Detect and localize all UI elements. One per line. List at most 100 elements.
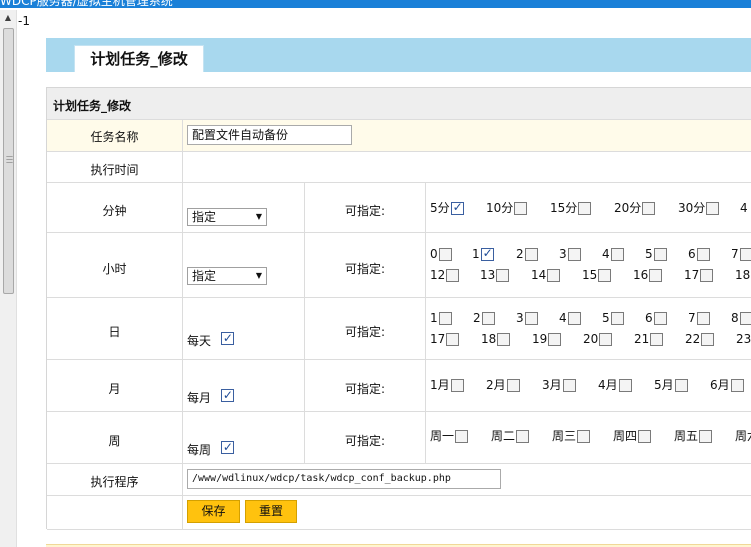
day-option-3[interactable]: 3 — [516, 312, 538, 325]
day-option-18[interactable]: 18 — [481, 333, 511, 346]
checkbox[interactable] — [739, 312, 751, 325]
checkbox[interactable] — [497, 333, 511, 346]
month-option-3[interactable]: 3月 — [542, 379, 576, 392]
checkbox[interactable] — [524, 312, 538, 325]
day-option-20[interactable]: 20 — [583, 333, 613, 346]
every-day-checkbox[interactable] — [220, 331, 234, 345]
checkbox[interactable] — [455, 430, 469, 443]
day-option-1[interactable]: 1 — [430, 312, 452, 325]
week-option-wed[interactable]: 周三 — [552, 430, 591, 443]
hour-option-16[interactable]: 16 — [633, 269, 663, 282]
scrollbar-thumb[interactable]: — — — — [3, 28, 14, 294]
checkbox[interactable] — [598, 269, 612, 282]
checkbox[interactable] — [700, 269, 714, 282]
week-option-fri[interactable]: 周五 — [674, 430, 713, 443]
hour-option-2[interactable]: 2 — [516, 248, 538, 261]
every-week-checkbox[interactable] — [220, 440, 234, 454]
checkbox[interactable] — [450, 201, 464, 215]
checkbox[interactable] — [567, 312, 581, 325]
checkbox[interactable] — [653, 248, 667, 261]
checkbox[interactable] — [610, 248, 624, 261]
save-button[interactable]: 保存 — [187, 500, 240, 523]
week-option-mon[interactable]: 周一 — [430, 430, 469, 443]
vertical-scrollbar[interactable]: ▲ — — — — [0, 10, 17, 547]
checkbox[interactable] — [562, 379, 576, 392]
checkbox[interactable] — [696, 248, 710, 261]
minute-select[interactable]: 指定 ▼ — [187, 208, 267, 226]
checkbox[interactable] — [638, 430, 652, 443]
minute-option-5[interactable]: 5分 — [430, 201, 464, 215]
checkbox[interactable] — [514, 202, 528, 215]
checkbox[interactable] — [446, 333, 460, 346]
hour-option-6[interactable]: 6 — [688, 248, 710, 261]
week-option-sat[interactable]: 周六 — [735, 430, 751, 443]
checkbox[interactable] — [696, 312, 710, 325]
every-month-checkbox[interactable] — [220, 388, 234, 402]
minute-option-more[interactable]: 4 — [740, 202, 748, 215]
checkbox[interactable] — [739, 248, 751, 261]
program-path-input[interactable]: /www/wdlinux/wdcp/task/wdcp_conf_backup.… — [187, 469, 501, 489]
minute-option-15[interactable]: 15分 — [550, 202, 592, 215]
hour-option-1[interactable]: 1 — [472, 247, 494, 261]
hour-option-17[interactable]: 17 — [684, 269, 714, 282]
checkbox[interactable] — [578, 202, 592, 215]
checkbox[interactable] — [730, 379, 744, 392]
day-option-8[interactable]: 8 — [731, 312, 751, 325]
hour-option-12[interactable]: 12 — [430, 269, 460, 282]
day-option-22[interactable]: 22 — [685, 333, 715, 346]
checkbox[interactable] — [438, 312, 452, 325]
hour-option-13[interactable]: 13 — [480, 269, 510, 282]
checkbox[interactable] — [480, 247, 494, 261]
month-option-4[interactable]: 4月 — [598, 379, 632, 392]
day-option-5[interactable]: 5 — [602, 312, 624, 325]
every-week-option[interactable]: 每周 — [187, 440, 234, 458]
month-option-6[interactable]: 6月 — [710, 379, 744, 392]
minute-option-30[interactable]: 30分 — [678, 202, 720, 215]
checkbox[interactable] — [567, 248, 581, 261]
hour-option-7[interactable]: 7 — [731, 248, 751, 261]
hour-option-18[interactable]: 18 — [735, 269, 750, 282]
tab-schedule-edit[interactable]: 计划任务_修改 — [74, 45, 204, 72]
hour-option-0[interactable]: 0 — [430, 248, 452, 261]
scroll-up-arrow-icon[interactable]: ▲ — [0, 10, 16, 26]
checkbox[interactable] — [610, 312, 624, 325]
checkbox[interactable] — [701, 333, 715, 346]
checkbox[interactable] — [650, 333, 664, 346]
checkbox[interactable] — [649, 269, 663, 282]
week-option-tue[interactable]: 周二 — [491, 430, 530, 443]
day-option-6[interactable]: 6 — [645, 312, 667, 325]
checkbox[interactable] — [506, 379, 520, 392]
checkbox[interactable] — [446, 269, 460, 282]
day-option-2[interactable]: 2 — [473, 312, 495, 325]
every-day-option[interactable]: 每天 — [187, 331, 234, 349]
checkbox[interactable] — [496, 269, 510, 282]
checkbox[interactable] — [599, 333, 613, 346]
minute-option-10[interactable]: 10分 — [486, 202, 528, 215]
hour-select[interactable]: 指定 ▼ — [187, 267, 267, 285]
checkbox[interactable] — [438, 248, 452, 261]
checkbox[interactable] — [516, 430, 530, 443]
minute-option-20[interactable]: 20分 — [614, 202, 656, 215]
checkbox[interactable] — [577, 430, 591, 443]
day-option-4[interactable]: 4 — [559, 312, 581, 325]
checkbox[interactable] — [706, 202, 720, 215]
hour-option-15[interactable]: 15 — [582, 269, 612, 282]
checkbox[interactable] — [674, 379, 688, 392]
month-option-2[interactable]: 2月 — [486, 379, 520, 392]
day-option-7[interactable]: 7 — [688, 312, 710, 325]
day-option-21[interactable]: 21 — [634, 333, 664, 346]
checkbox[interactable] — [481, 312, 495, 325]
checkbox[interactable] — [642, 202, 656, 215]
hour-option-3[interactable]: 3 — [559, 248, 581, 261]
checkbox[interactable] — [450, 379, 464, 392]
hour-option-4[interactable]: 4 — [602, 248, 624, 261]
checkbox[interactable] — [618, 379, 632, 392]
checkbox[interactable] — [548, 333, 562, 346]
month-option-1[interactable]: 1月 — [430, 379, 464, 392]
task-name-input[interactable]: 配置文件自动备份 — [187, 125, 352, 145]
checkbox[interactable] — [524, 248, 538, 261]
checkbox[interactable] — [699, 430, 713, 443]
day-option-19[interactable]: 19 — [532, 333, 562, 346]
week-option-thu[interactable]: 周四 — [613, 430, 652, 443]
month-option-5[interactable]: 5月 — [654, 379, 688, 392]
